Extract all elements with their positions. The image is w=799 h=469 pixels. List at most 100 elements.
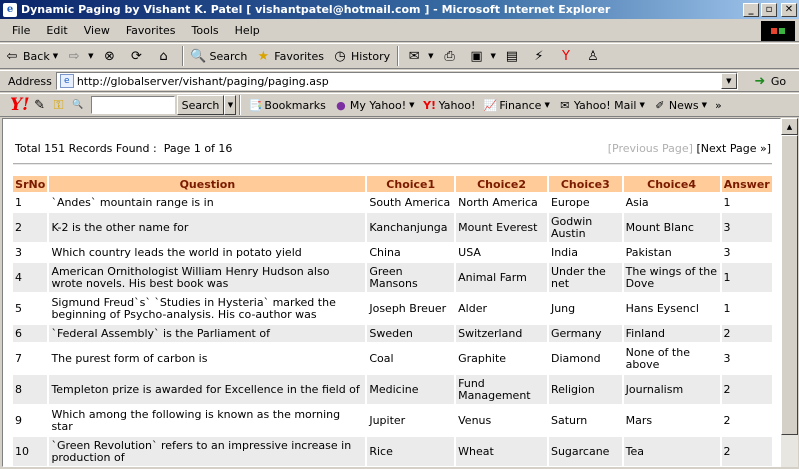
cell-choice4: The wings of the Dove	[623, 263, 720, 292]
vertical-scrollbar[interactable]: ▲	[781, 118, 798, 467]
cell-choice4: Mount Blanc	[623, 213, 720, 242]
chevron-down-icon[interactable]: ▼	[491, 52, 496, 60]
yahoo-mail-label: Yahoo! Mail	[573, 98, 637, 112]
messenger-button[interactable]: ♙	[581, 45, 608, 67]
cell-choice2: Mount Everest	[456, 213, 547, 242]
address-input[interactable]: e http://globalserver/vishant/paging/pag…	[55, 72, 738, 90]
scroll-up-button[interactable]: ▲	[781, 118, 798, 135]
cell-srno: 4	[13, 263, 48, 292]
menu-help[interactable]: Help	[227, 24, 268, 37]
yahoo-companion-button[interactable]: Y	[554, 45, 581, 67]
discuss-button[interactable]: ▤	[500, 45, 527, 67]
pencil-icon[interactable]: ✎	[32, 97, 48, 113]
cell-answer: 3	[721, 244, 772, 261]
cell-choice3: Godwin Austin	[548, 213, 622, 242]
cell-srno: 1	[13, 194, 48, 211]
yahoo-search-button[interactable]: Search	[176, 95, 225, 115]
chevron-down-icon[interactable]: ▼	[409, 101, 414, 109]
table-row: 3 Which country leads the world in potat…	[13, 244, 772, 261]
edit-button[interactable]: ▣ ▼	[465, 45, 500, 67]
cell-srno: 8	[13, 375, 48, 404]
maximize-button[interactable]: ▫	[761, 2, 777, 17]
toolbar-separator	[397, 46, 400, 66]
address-dropdown-button[interactable]: ▼	[720, 73, 737, 89]
cell-choice1: Sweden	[367, 325, 455, 342]
finance-chart-icon: 📈	[483, 98, 498, 112]
yahoo-finance[interactable]: 📈 Finance ▼	[479, 97, 553, 113]
mail-button[interactable]: ✉ ▼	[402, 45, 437, 67]
forward-button[interactable]: ⇨ ▼	[62, 45, 97, 67]
pager: [Previous Page] [Next Page »]	[608, 142, 771, 155]
yahoo-y-icon: Y	[561, 48, 570, 64]
chevron-down-icon[interactable]: ▼	[428, 52, 433, 60]
table-row: 5 Sigmund Freud`s` `Studies in Hysteria`…	[13, 294, 772, 323]
scroll-thumb[interactable]	[781, 135, 798, 435]
column-header-choice4: Choice4	[623, 176, 720, 192]
search-icon: 🔍	[190, 48, 207, 64]
cell-choice4: None of the above	[623, 344, 720, 373]
cell-choice2: Switzerland	[456, 325, 547, 342]
cell-question: Which country leads the world in potato …	[49, 244, 366, 261]
flash-button[interactable]: ⚡	[527, 45, 554, 67]
my-yahoo-label: My Yahoo!	[349, 98, 407, 112]
yahoo-home[interactable]: Y! Yahoo!	[419, 97, 480, 113]
go-button[interactable]: ➜ Go	[746, 73, 792, 89]
yahoo-search-dropdown[interactable]: ▼	[224, 95, 237, 115]
yahoo-news[interactable]: ✐ News ▼	[649, 97, 711, 113]
next-page-link[interactable]: [Next Page »]	[696, 142, 771, 155]
my-yahoo-icon: ●	[336, 98, 346, 112]
address-url[interactable]: http://globalserver/vishant/paging/pagin…	[77, 75, 329, 88]
page-content: Total 151 Records Found : Page 1 of 16 […	[2, 118, 781, 467]
cell-choice1: China	[367, 244, 455, 261]
chevron-down-icon[interactable]: ▼	[88, 52, 93, 60]
minimize-button[interactable]: _	[743, 2, 759, 17]
toolbar-overflow-button[interactable]: »	[711, 99, 726, 112]
records-summary: Total 151 Records Found : Page 1 of 16	[15, 142, 233, 155]
cell-choice1: Rice	[367, 437, 455, 466]
menu-favorites[interactable]: Favorites	[118, 24, 184, 37]
cell-question: The purest form of carbon is	[49, 344, 366, 373]
cell-choice1: Joseph Breuer	[367, 294, 455, 323]
close-button[interactable]: ✕	[781, 2, 797, 17]
stop-button[interactable]: ⊗	[98, 45, 125, 67]
cell-choice3: Religion	[548, 375, 622, 404]
column-header-answer: Answer	[721, 176, 772, 192]
menu-edit[interactable]: Edit	[38, 24, 75, 37]
back-button[interactable]: ⇦ Back ▼	[0, 45, 62, 67]
cell-question: American Ornithologist William Henry Hud…	[49, 263, 366, 292]
home-button[interactable]: ⌂	[152, 45, 179, 67]
chevron-down-icon[interactable]: ▼	[702, 101, 707, 109]
search-button[interactable]: 🔍 Search	[187, 45, 252, 67]
chevron-down-icon[interactable]: ▼	[544, 101, 549, 109]
yahoo-mail[interactable]: ✉ Yahoo! Mail ▼	[554, 97, 649, 113]
stop-icon: ⊗	[104, 48, 115, 64]
messenger-person-icon: ♙	[587, 48, 599, 64]
history-button[interactable]: ◷ History	[328, 45, 394, 67]
yahoo-my-yahoo[interactable]: ● My Yahoo! ▼	[330, 97, 419, 113]
menu-view[interactable]: View	[76, 24, 118, 37]
cell-choice2: Wheat	[456, 437, 547, 466]
menu-tools[interactable]: Tools	[184, 24, 227, 37]
cell-choice1: South America	[367, 194, 455, 211]
cell-choice4: Asia	[623, 194, 720, 211]
cell-choice3: Diamond	[548, 344, 622, 373]
cell-choice3: India	[548, 244, 622, 261]
print-button[interactable]: ⎙	[438, 45, 465, 67]
cell-answer: 2	[721, 406, 772, 435]
chevron-down-icon[interactable]: ▼	[53, 52, 58, 60]
yahoo-y-icon: Y!	[423, 98, 437, 112]
yahoo-logo-icon[interactable]: Y!	[0, 95, 32, 115]
yahoo-search-input[interactable]	[90, 96, 175, 114]
favorites-button[interactable]: ★ Favorites	[251, 45, 328, 67]
yahoo-bookmarks[interactable]: 📑 Bookmarks	[244, 97, 329, 113]
cell-srno: 6	[13, 325, 48, 342]
back-label: Back	[23, 49, 50, 63]
table-header-row: SrNo Question Choice1 Choice2 Choice3 Ch…	[13, 176, 772, 192]
menu-file[interactable]: File	[0, 24, 38, 37]
cell-srno: 3	[13, 244, 48, 261]
chevron-down-icon[interactable]: ▼	[639, 101, 644, 109]
lock-icon[interactable]: ⚿	[51, 97, 67, 113]
title-bar: e Dynamic Paging by Vishant K. Patel [ v…	[0, 0, 799, 19]
refresh-button[interactable]: ⟳	[125, 45, 152, 67]
history-label: History	[351, 49, 391, 63]
